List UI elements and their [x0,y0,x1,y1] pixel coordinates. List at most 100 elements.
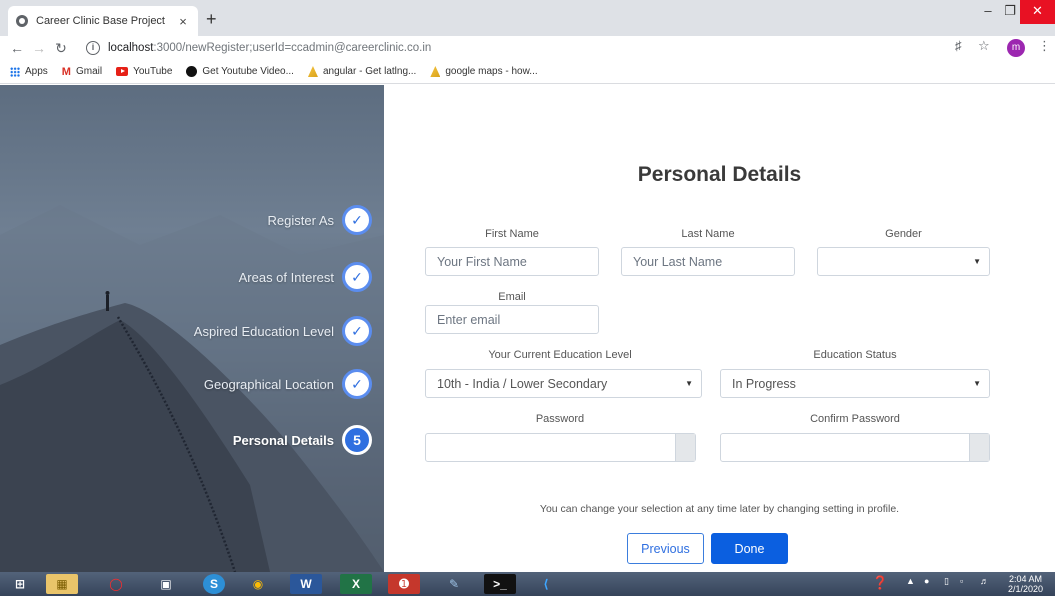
clock-date: 2/1/2020 [1008,584,1044,594]
signal-icon[interactable]: ▫ [960,576,963,586]
education-level-value: 10th - India / Lower Secondary [437,376,608,391]
tray-expand-icon[interactable]: ▲ [906,576,915,586]
gender-select[interactable]: ▼ [817,247,990,276]
education-level-label: Your Current Education Level [488,349,632,361]
step-aspired-education-level[interactable]: Aspired Education Level ✓ [194,316,372,346]
window-close-button[interactable]: ✕ [1020,0,1055,24]
address-bar[interactable]: i localhost:3000/newRegister;userId=ccad… [86,37,966,59]
network-app-icon[interactable]: ▣ [150,574,182,594]
browser-tab[interactable]: Career Clinic Base Project × [8,6,198,36]
site-favicon-icon [16,15,28,27]
notes-app-icon[interactable]: ✎ [438,574,470,594]
confirm-password-label: Confirm Password [810,413,900,425]
chrome-icon[interactable]: ◉ [242,574,274,594]
key-icon[interactable]: ♯ [955,38,962,53]
bookmark-label: Gmail [75,66,103,77]
bookmark-label: Get Youtube Video... [202,66,294,77]
step-personal-details[interactable]: Personal Details 5 [233,425,372,455]
step-label: Areas of Interest [238,269,334,285]
word-icon[interactable]: W [290,574,322,594]
personal-details-form: Personal Details First Name Your First N… [384,85,1055,572]
page-title: Personal Details [637,163,802,186]
system-clock[interactable]: 2:04 AM 2/1/2020 [1008,574,1043,594]
bookmark-apps[interactable]: Apps [10,66,48,77]
check-icon: ✓ [342,316,372,346]
start-windows-icon[interactable]: ⊞ [4,574,36,594]
check-icon: ✓ [342,369,372,399]
forward-arrow-icon[interactable]: → [28,40,50,56]
help-note: You can change your selection at any tim… [539,503,900,515]
gender-label: Gender [885,228,922,240]
step-label: Register As [267,212,334,228]
help-tray-icon[interactable]: ❓ [872,575,888,591]
battery-icon[interactable]: ▯ [944,576,949,587]
step-register-as[interactable]: Register As ✓ [268,205,372,235]
window-restore-button[interactable]: ❐ [1000,0,1020,24]
email-label: Email [498,291,526,303]
stackoverflow-icon [430,66,441,77]
terminal-icon[interactable]: >_ [484,574,516,594]
excel-icon[interactable]: X [340,574,372,594]
bookmark-google-maps[interactable]: google maps - how... [430,66,538,77]
dropdown-arrow-icon: ▼ [685,379,693,388]
tab-close-icon[interactable]: × [176,14,190,29]
vscode-icon[interactable]: ⟨ [530,574,562,594]
opera-icon[interactable]: ◯ [100,574,132,594]
tray-app-icon[interactable]: ● [924,576,929,586]
profile-avatar[interactable]: m [1007,39,1025,57]
bookmark-angular[interactable]: angular - Get latlng... [307,66,417,77]
step-number-badge: 5 [342,425,372,455]
stepper-panel: Register As ✓ Areas of Interest ✓ Aspire… [0,85,384,572]
page-content: Register As ✓ Areas of Interest ✓ Aspire… [0,85,1055,572]
url-path: :3000/newRegister;userId=ccadmin@careerc… [153,42,432,54]
done-button[interactable]: Done [711,533,788,564]
stackoverflow-icon [307,66,318,77]
password-toggle[interactable] [675,434,695,461]
gmail-icon: M [61,65,71,78]
first-name-input[interactable]: Your First Name [425,247,599,276]
back-arrow-icon[interactable]: ← [6,40,28,56]
previous-button[interactable]: Previous [627,533,704,564]
volume-icon[interactable]: ♬ [980,576,989,586]
first-name-label: First Name [485,228,539,240]
step-label: Geographical Location [203,376,334,392]
youtube-icon [116,67,129,76]
reload-icon[interactable]: ↻ [50,40,72,57]
github-icon [186,66,198,77]
confirm-password-field[interactable] [720,433,990,462]
pdf-app-icon[interactable]: ➊ [388,574,420,594]
education-status-value: In Progress [732,376,796,391]
bookmark-youtube[interactable]: YouTube [116,66,172,77]
menu-dots-icon[interactable]: ⋮ [1038,38,1051,54]
browser-tabstrip: Career Clinic Base Project × + – ❐ ✕ [0,0,1055,36]
clock-time: 2:04 AM [1009,574,1043,584]
bookmark-star-icon[interactable]: ☆ [978,38,990,54]
last-name-label: Last Name [681,228,735,240]
new-tab-button[interactable]: + [206,10,217,28]
step-geographical-location[interactable]: Geographical Location ✓ [204,369,372,399]
step-areas-of-interest[interactable]: Areas of Interest ✓ [239,262,372,292]
skype-icon[interactable]: S [203,574,225,594]
last-name-input[interactable]: Your Last Name [621,247,795,276]
site-info-icon[interactable]: i [86,41,100,55]
confirm-password-toggle[interactable] [969,434,989,461]
password-field[interactable] [425,433,696,462]
step-label: Personal Details [232,432,334,448]
browser-toolbar: ← → ↻ i localhost:3000/newRegister;userI… [0,36,1055,60]
education-status-select[interactable]: In Progress ▼ [720,369,990,398]
bookmark-label: google maps - how... [445,66,538,77]
bookmark-label: angular - Get latlng... [322,66,417,77]
bookmark-gmail[interactable]: M Gmail [62,66,102,78]
education-level-select[interactable]: 10th - India / Lower Secondary ▼ [425,369,702,398]
step-label: Aspired Education Level [193,323,334,339]
tab-title: Career Clinic Base Project [36,15,165,27]
bookmark-github[interactable]: Get Youtube Video... [186,66,294,77]
dropdown-arrow-icon: ▼ [973,379,981,388]
email-field[interactable]: Enter email [425,305,599,334]
window-minimize-button[interactable]: – [978,0,998,24]
check-icon: ✓ [342,262,372,292]
url-host: localhost [108,42,154,54]
bookmark-label: Apps [25,66,48,77]
password-label: Password [535,413,585,425]
file-explorer-icon[interactable]: ▦ [46,574,78,594]
